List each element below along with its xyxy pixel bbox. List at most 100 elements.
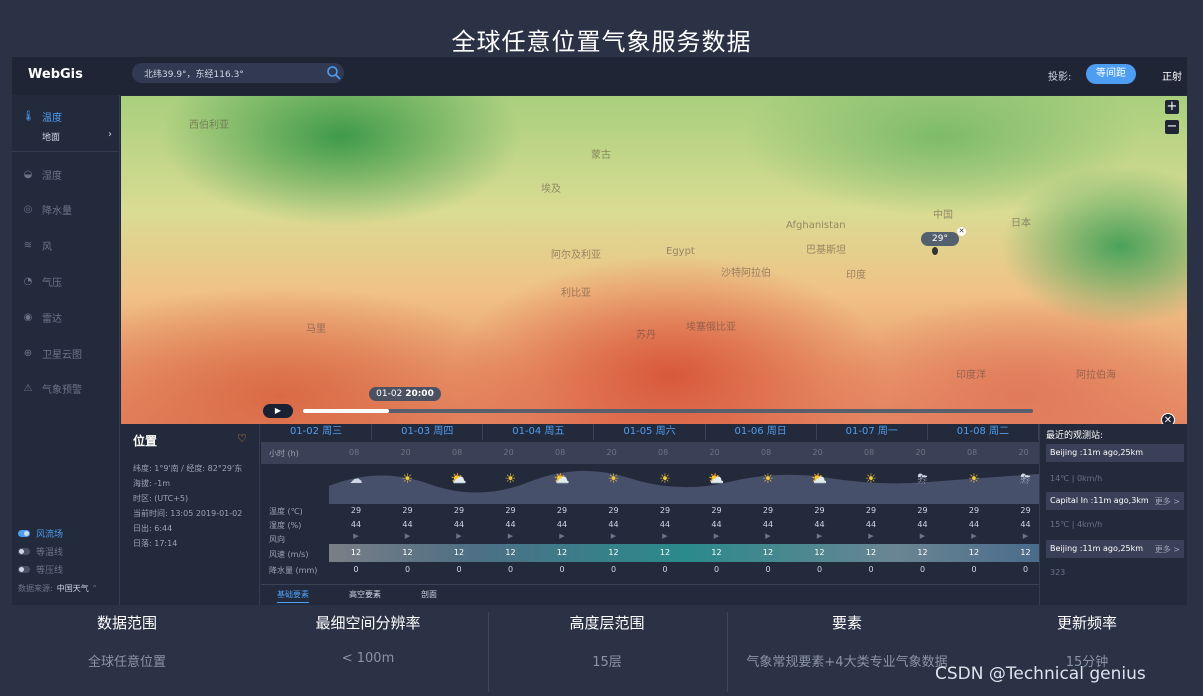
precip-cell: 0	[919, 565, 926, 574]
precip-cell: 0	[765, 565, 771, 574]
humidity-cell: 44	[556, 520, 568, 529]
more-link[interactable]: 更多 >	[1155, 544, 1180, 555]
toggle-switch[interactable]	[18, 548, 30, 555]
tab-profile[interactable]: 剖面	[421, 589, 437, 600]
sunset: 日落: 17:14	[133, 539, 178, 548]
forecast-day[interactable]: 01-05 周六	[594, 424, 706, 440]
projection-equidistant-button[interactable]: 等间距	[1086, 64, 1136, 84]
precip-cell: 0	[662, 565, 668, 574]
data-source-value[interactable]: 中国天气	[57, 584, 89, 593]
temp-cell: 29	[1020, 506, 1031, 515]
sidebar-item-precipitation[interactable]: ◎ 降水量	[22, 202, 72, 218]
station-item[interactable]: Beijing :11m ago,25km	[1046, 444, 1184, 462]
wind-direction-icon: ▶	[610, 532, 617, 540]
toggle-isobar[interactable]: 等压线	[18, 563, 63, 576]
page-title: 全球任意位置气象服务数据	[451, 28, 752, 56]
hour-cell: 08	[967, 448, 978, 457]
heart-icon[interactable]: ♡	[237, 432, 247, 445]
sidebar-item-warning[interactable]: ⚠ 气象预警	[22, 381, 82, 397]
wind-direction-icon: ▶	[919, 532, 926, 540]
map-label: 中国	[933, 210, 953, 221]
map-label: 利比亚	[561, 288, 591, 299]
map-label: 巴基斯坦	[806, 245, 846, 256]
sidebar-item-temperature[interactable]: 🌡 温度	[22, 109, 62, 125]
sidebar-item-label: 湿度	[42, 171, 62, 182]
station-value: 14℃ | 0km/h	[1050, 474, 1103, 483]
close-icon[interactable]: ✕	[957, 227, 966, 236]
temp-cell: 29	[608, 506, 619, 515]
sidebar-item-satellite[interactable]: ⊕ 卫星云图	[22, 346, 82, 362]
wind-icon: ≋	[23, 239, 33, 251]
wind-speed-cell: 12	[1020, 548, 1031, 557]
tab-basic[interactable]: 基础要素	[277, 589, 309, 603]
sidebar-subitem-ground[interactable]: 地面	[42, 130, 60, 143]
humidity-cell: 44	[505, 520, 516, 529]
tab-upper-air[interactable]: 高空要素	[349, 589, 381, 600]
hour-cell: 20	[709, 448, 720, 457]
toggle-switch[interactable]	[18, 566, 30, 573]
projection-orthographic-button[interactable]: 正射	[1162, 68, 1182, 83]
humidity-cell: 44	[917, 520, 928, 529]
timeline-progress	[303, 409, 389, 413]
weather-icon: ☀	[865, 472, 877, 487]
forecast-days: 01-02 周三 01-03 周四 01-04 周五 01-05 周六 01-06 周日…	[261, 424, 1039, 440]
sidebar-item-wind[interactable]: ≋ 风	[22, 238, 52, 254]
chevron-right-icon[interactable]: ›	[108, 129, 112, 140]
temp-cell: 29	[402, 506, 413, 515]
stat-resolution: 最细空间分辨率 < 100m	[248, 612, 488, 666]
close-panel-button[interactable]: ✕	[1161, 413, 1175, 424]
forecast-day[interactable]: 01-04 周五	[483, 424, 595, 440]
location-pin-icon	[932, 247, 938, 255]
stat-head: 要素	[831, 614, 862, 632]
forecast-day[interactable]: 01-07 周一	[817, 424, 928, 440]
forecast-day[interactable]: 01-02 周三	[261, 424, 373, 440]
toggle-wind-flow[interactable]: 风流场	[18, 527, 63, 540]
toggle-switch[interactable]	[18, 530, 30, 537]
weather-icon: ☀	[659, 472, 671, 487]
warning-icon: ⚠	[23, 382, 33, 394]
weather-map[interactable]: 西伯利亚 蒙古 埃及 中国 日本 Egypt Afghanistan 巴基斯坦 …	[121, 96, 1187, 424]
weather-icon: ☀	[607, 472, 620, 487]
forecast-day[interactable]: 01-03 周四	[372, 424, 484, 440]
humidity-cell: 44	[762, 520, 774, 529]
temperature-tooltip: 29°	[921, 232, 959, 246]
watermark: CSDN @Technical genius	[935, 664, 1146, 684]
temp-cell: 29	[556, 506, 568, 515]
sidebar-item-label: 温度	[42, 113, 62, 124]
hour-cell: 08	[452, 448, 463, 457]
data-source[interactable]: 数据来源: 中国天气 ⌃	[18, 583, 98, 594]
temp-cell: 29	[865, 506, 877, 515]
wind-direction-icon: ▶	[868, 532, 874, 540]
sidebar-item-radar[interactable]: ◉ 雷达	[22, 310, 62, 326]
toggle-isotherm[interactable]: 等温线	[18, 545, 63, 558]
search-input[interactable]: 北纬39.9°，东经116.3°	[132, 63, 344, 83]
time-tooltip-time: 20:00	[405, 389, 434, 399]
sidebar-item-pressure[interactable]: ◔ 气压	[22, 274, 62, 290]
station-item[interactable]: Capital In :11m ago,3km 更多 >	[1046, 492, 1184, 510]
sidebar-item-humidity[interactable]: ◒ 湿度	[22, 167, 62, 183]
station-item[interactable]: Beijing :11m ago,25km 更多 >	[1046, 540, 1184, 558]
hour-cell: 08	[761, 448, 772, 457]
weather-icon: ⛅	[553, 472, 571, 487]
row-label-wind-dir: 风向	[269, 535, 285, 544]
top-bar: WebGis 北纬39.9°，东经116.3° 投影: 等间距 正射	[12, 57, 1187, 95]
map-label: 马里	[306, 324, 326, 335]
weather-icon: ☀	[968, 472, 980, 487]
zoom-in-button[interactable]: +	[1165, 100, 1179, 114]
wind-speed-cell: 12	[762, 548, 774, 557]
chevron-up-icon[interactable]: ⌃	[91, 584, 98, 593]
wind-speed-cell: 12	[814, 548, 825, 557]
zoom-out-button[interactable]: −	[1165, 120, 1179, 134]
wind-direction-icon: ▶	[662, 532, 668, 540]
search-icon[interactable]	[326, 65, 342, 81]
forecast-day[interactable]: 01-08 周二	[928, 424, 1039, 440]
timeline-slider[interactable]	[303, 409, 1033, 413]
humidity-cell: 44	[608, 520, 619, 529]
logo: WebGis	[28, 67, 83, 82]
precip-cell: 0	[816, 565, 823, 574]
humidity-cell: 44	[865, 520, 877, 529]
weather-icon: ☀	[401, 472, 414, 487]
forecast-day[interactable]: 01-06 周日	[706, 424, 817, 440]
play-button[interactable]: ▶	[263, 404, 293, 418]
more-link[interactable]: 更多 >	[1155, 496, 1180, 507]
